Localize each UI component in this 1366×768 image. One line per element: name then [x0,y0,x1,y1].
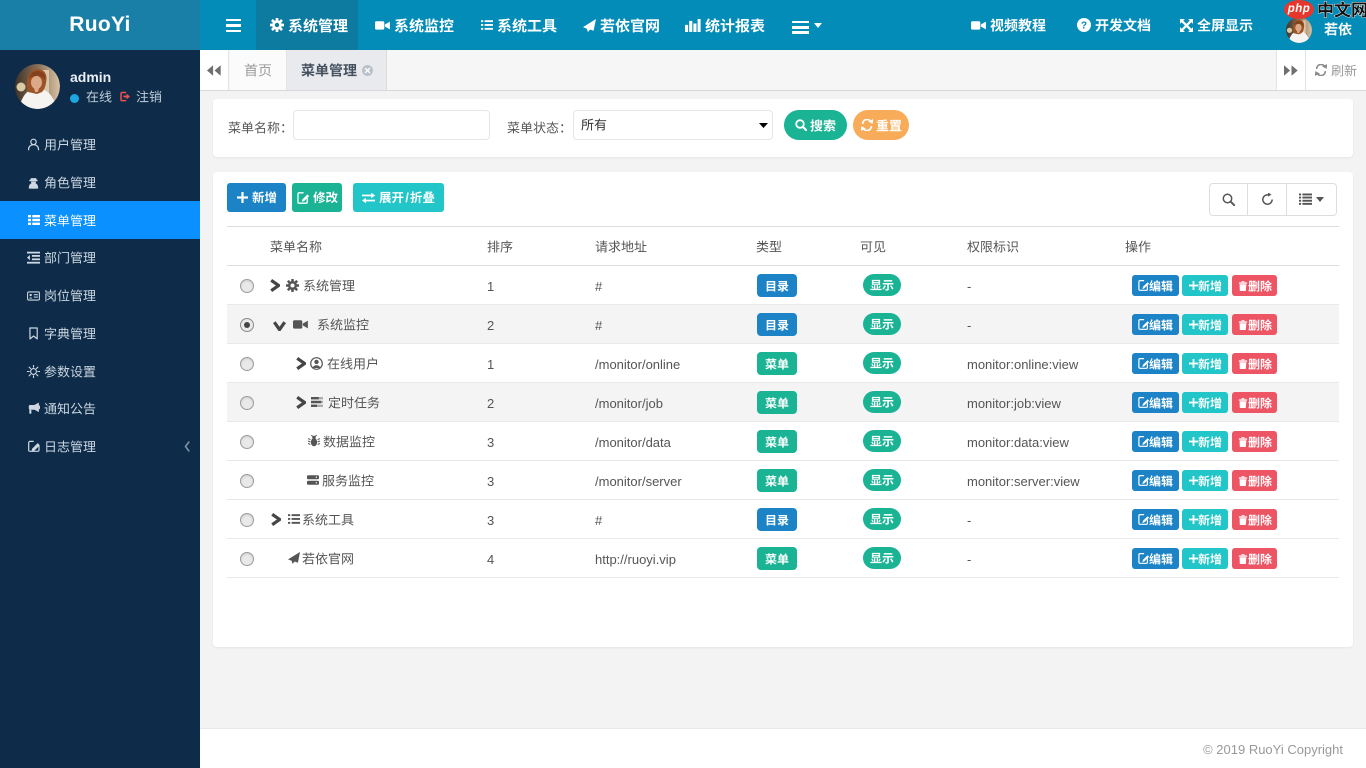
svg-text:?: ? [1081,20,1087,31]
